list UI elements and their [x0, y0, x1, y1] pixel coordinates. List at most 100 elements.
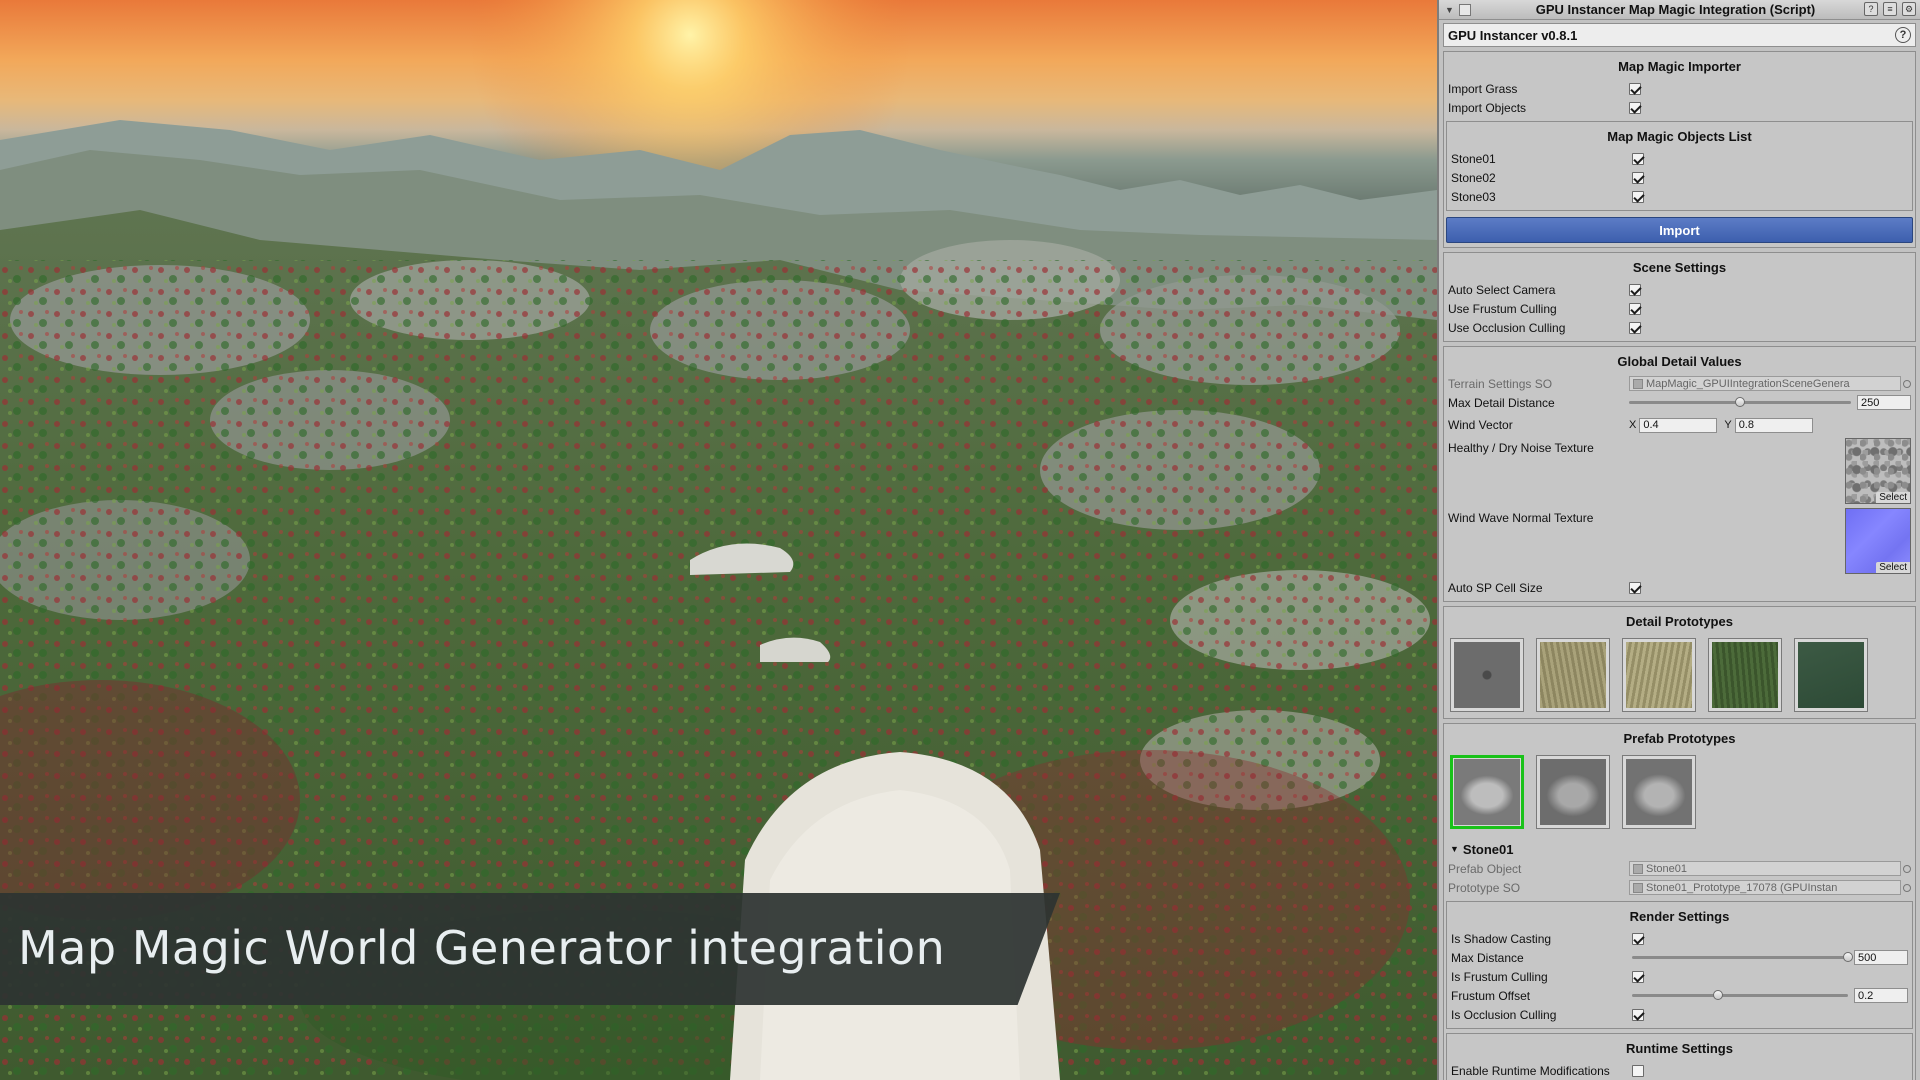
help-icon[interactable]: ?	[1895, 27, 1911, 43]
stone03-checkbox[interactable]	[1632, 190, 1644, 203]
max-detail-distance-input[interactable]: 250	[1857, 395, 1911, 410]
prefab-object-row: Prefab Object Stone01	[1444, 859, 1915, 878]
foldout-icon[interactable]: ▼	[1450, 844, 1459, 854]
wind-x-label: X	[1629, 419, 1637, 431]
object-picker-icon[interactable]	[1903, 864, 1911, 873]
use-occlusion-culling-checkbox[interactable]	[1629, 321, 1641, 334]
wind-y-input[interactable]: 0.8	[1734, 417, 1813, 433]
max-distance-row: Max Distance 500	[1447, 948, 1912, 967]
prefab-object-label: Prefab Object	[1448, 861, 1522, 876]
use-frustum-culling-label: Use Frustum Culling	[1448, 301, 1557, 316]
prefab-icon	[1633, 863, 1643, 874]
max-detail-distance-label: Max Detail Distance	[1448, 395, 1555, 410]
detail-prototype-1[interactable]	[1450, 638, 1524, 712]
auto-select-camera-row: Auto Select Camera	[1444, 280, 1915, 299]
slider-thumb[interactable]	[1843, 952, 1853, 962]
select-button[interactable]: Select	[1876, 492, 1910, 503]
section-title: Global Detail Values	[1617, 354, 1742, 369]
wave-texture-row: Wind Wave Normal Texture Select	[1444, 508, 1915, 578]
import-objects-row: Import Objects	[1444, 98, 1915, 117]
prefab-prototype-1[interactable]	[1450, 755, 1524, 829]
scene-viewport[interactable]: Map Magic World Generator integration	[0, 0, 1437, 1080]
slider-track[interactable]	[1632, 990, 1848, 1000]
inspector-panel: ▼ GPU Instancer Map Magic Integration (S…	[1437, 0, 1920, 1080]
grass-thumbnail	[1712, 642, 1778, 708]
auto-sp-cell-size-checkbox[interactable]	[1629, 581, 1641, 594]
version-bar: GPU Instancer v0.8.1 ?	[1443, 23, 1916, 47]
object-picker-icon[interactable]	[1903, 379, 1911, 388]
list-item: Stone03	[1447, 187, 1912, 206]
occlusion-culling-row: Is Occlusion Culling	[1447, 1005, 1912, 1024]
frustum-culling-checkbox[interactable]	[1632, 970, 1644, 983]
max-distance-input[interactable]: 500	[1854, 950, 1908, 965]
import-grass-checkbox[interactable]	[1629, 82, 1641, 95]
slider-thumb[interactable]	[1713, 990, 1724, 1000]
max-distance-slider[interactable]: 500	[1632, 950, 1908, 965]
prototype-so-label: Prototype SO	[1448, 880, 1521, 895]
import-objects-label: Import Objects	[1448, 100, 1527, 115]
import-grass-row: Import Grass	[1444, 79, 1915, 98]
prototype-so-value: Stone01_Prototype_17078 (GPUInstan	[1646, 881, 1838, 894]
slider-track[interactable]	[1629, 397, 1851, 407]
terrain-settings-label: Terrain Settings SO	[1448, 376, 1553, 391]
use-frustum-culling-checkbox[interactable]	[1629, 302, 1641, 315]
prototype-so-field[interactable]: Stone01_Prototype_17078 (GPUInstan	[1629, 880, 1901, 895]
shadow-casting-checkbox[interactable]	[1632, 932, 1644, 945]
stone02-checkbox[interactable]	[1632, 171, 1644, 184]
auto-sp-cell-size-label: Auto SP Cell Size	[1448, 580, 1543, 595]
scene-settings-section: Scene Settings Auto Select Camera Use Fr…	[1443, 252, 1916, 342]
runtime-modifications-row: Enable Runtime Modifications	[1447, 1061, 1912, 1080]
select-button[interactable]: Select	[1876, 562, 1910, 573]
section-title: Detail Prototypes	[1626, 614, 1733, 629]
auto-sp-cell-size-row: Auto SP Cell Size	[1444, 578, 1915, 597]
component-header[interactable]: ▼ GPU Instancer Map Magic Integration (S…	[1439, 0, 1920, 20]
list-item: Stone01	[1447, 149, 1912, 168]
slider-track[interactable]	[1632, 952, 1853, 962]
prefab-prototypes-section: Prefab Prototypes ▼ Stone01 Prefab Objec…	[1443, 723, 1916, 1080]
occlusion-culling-label: Is Occlusion Culling	[1451, 1007, 1557, 1022]
grass-thumbnail	[1798, 642, 1864, 708]
script-icon	[1459, 3, 1471, 16]
caption-text: Map Magic World Generator integration	[18, 921, 946, 975]
import-objects-checkbox[interactable]	[1629, 101, 1641, 114]
flower-thumbnail	[1454, 642, 1520, 708]
prefab-prototype-3[interactable]	[1622, 755, 1696, 829]
auto-select-camera-checkbox[interactable]	[1629, 283, 1641, 296]
foldout-icon[interactable]: ▼	[1445, 5, 1457, 15]
prefab-object-value: Stone01	[1646, 862, 1687, 875]
slider-thumb[interactable]	[1735, 397, 1745, 407]
section-title: Map Magic Importer	[1618, 59, 1741, 74]
frustum-offset-row: Frustum Offset 0.2	[1447, 986, 1912, 1005]
wind-vector-row: Wind Vector X 0.4 Y 0.8	[1444, 412, 1915, 438]
scriptable-object-icon	[1633, 882, 1643, 893]
occlusion-culling-checkbox[interactable]	[1632, 1008, 1644, 1021]
auto-select-camera-label: Auto Select Camera	[1448, 282, 1556, 297]
object-picker-icon[interactable]	[1903, 883, 1911, 892]
import-button[interactable]: Import	[1446, 217, 1913, 243]
section-title: Map Magic Objects List	[1607, 129, 1752, 144]
stone01-foldout[interactable]: ▼ Stone01	[1444, 839, 1915, 859]
prefab-object-field[interactable]: Stone01	[1629, 861, 1901, 876]
use-frustum-culling-row: Use Frustum Culling	[1444, 299, 1915, 318]
wave-texture-thumbnail[interactable]: Select	[1845, 508, 1911, 574]
book-icon[interactable]: ?	[1864, 2, 1878, 16]
wave-texture-label: Wind Wave Normal Texture	[1448, 511, 1594, 525]
stone01-checkbox[interactable]	[1632, 152, 1644, 165]
terrain-settings-field[interactable]: MapMagic_GPUIIntegrationSceneGenera	[1629, 376, 1901, 391]
frustum-offset-slider[interactable]: 0.2	[1632, 988, 1908, 1003]
shadow-casting-label: Is Shadow Casting	[1451, 931, 1552, 946]
runtime-modifications-checkbox[interactable]	[1632, 1064, 1644, 1077]
prefab-prototype-2[interactable]	[1536, 755, 1610, 829]
wind-y-label: Y	[1724, 419, 1732, 431]
detail-prototype-5[interactable]	[1794, 638, 1868, 712]
max-detail-distance-slider[interactable]: 250	[1629, 395, 1911, 410]
gear-icon[interactable]: ⚙	[1902, 2, 1916, 16]
noise-texture-thumbnail[interactable]: Select	[1845, 438, 1911, 504]
frustum-offset-input[interactable]: 0.2	[1854, 988, 1908, 1003]
detail-prototype-2[interactable]	[1536, 638, 1610, 712]
detail-prototype-4[interactable]	[1708, 638, 1782, 712]
detail-prototype-3[interactable]	[1622, 638, 1696, 712]
runtime-modifications-label: Enable Runtime Modifications	[1451, 1063, 1610, 1078]
preset-icon[interactable]: ≡	[1883, 2, 1897, 16]
wind-x-input[interactable]: 0.4	[1639, 417, 1718, 433]
